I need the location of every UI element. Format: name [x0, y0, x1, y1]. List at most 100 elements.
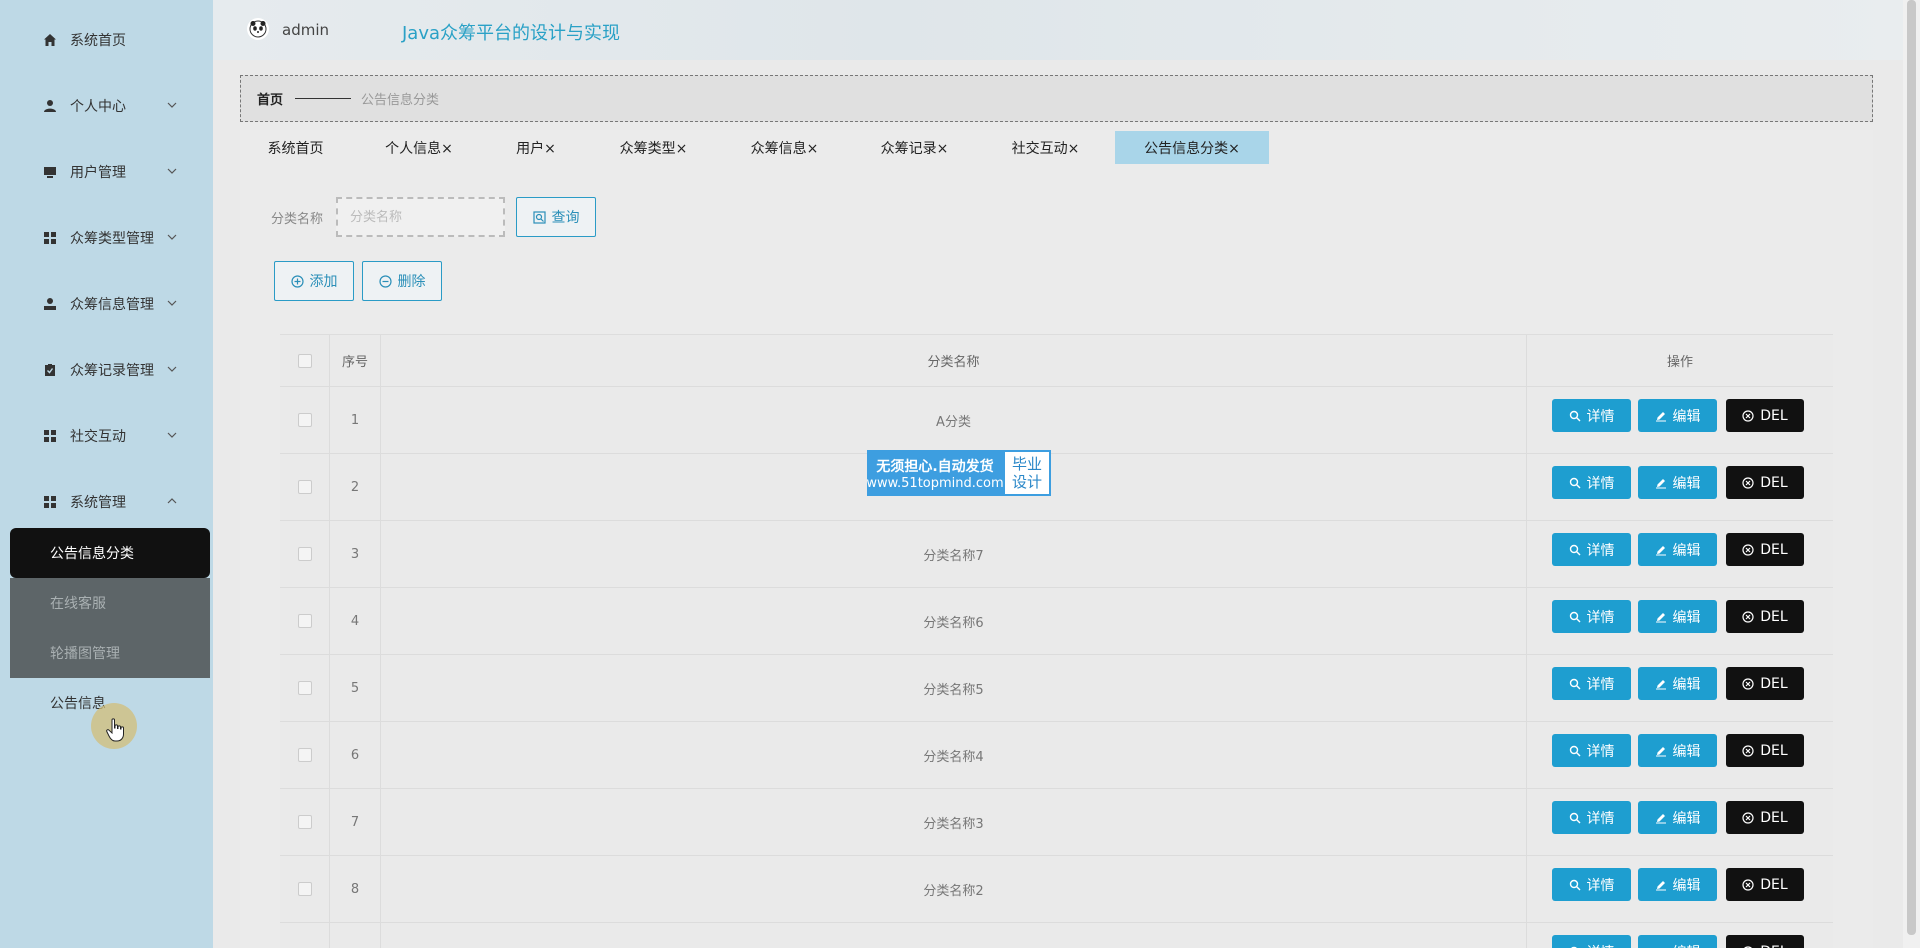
edit-button[interactable]: 编辑: [1638, 533, 1717, 566]
row-check-cell: [280, 923, 330, 948]
sidebar-item-label: 众筹类型管理: [70, 231, 154, 247]
submenu-item-online-service[interactable]: 在线客服: [10, 578, 210, 628]
submenu-item-notice-category[interactable]: 公告信息分类: [10, 528, 210, 578]
tab-user[interactable]: 用户×: [506, 131, 566, 164]
edit-button[interactable]: 编辑: [1638, 399, 1717, 432]
tab-notice-category[interactable]: 公告信息分类×: [1115, 131, 1269, 164]
detail-button[interactable]: 详情: [1552, 667, 1631, 700]
sidebar-item-personal[interactable]: 个人中心: [0, 86, 213, 126]
row-checkbox[interactable]: [297, 882, 312, 896]
sidebar-item-crowdfund-info[interactable]: 众筹信息管理: [0, 284, 213, 324]
edit-button[interactable]: 编辑: [1638, 667, 1717, 700]
sidebar-item-label: 众筹记录管理: [70, 363, 154, 379]
edit-button[interactable]: 编辑: [1638, 868, 1717, 901]
query-button[interactable]: 查询: [516, 197, 596, 237]
row-category-name: A分类: [381, 387, 1527, 453]
row-checkbox[interactable]: [297, 748, 312, 762]
row-index: 1: [330, 387, 381, 453]
row-checkbox[interactable]: [297, 815, 312, 829]
category-name-search-input[interactable]: [336, 197, 505, 237]
table-row: 8 分类名称2 详情 编辑 DEL: [280, 856, 1833, 923]
del-button[interactable]: DEL: [1726, 600, 1804, 633]
row-check-cell: [280, 454, 330, 520]
row-category-name: 分类名称2: [381, 856, 1527, 922]
sidebar-item-users[interactable]: 用户管理: [0, 152, 213, 192]
detail-button[interactable]: 详情: [1552, 533, 1631, 566]
edit-button[interactable]: 编辑: [1638, 466, 1717, 499]
detail-button[interactable]: 详情: [1552, 801, 1631, 834]
row-category-name: 分类名称6: [381, 588, 1527, 654]
search-icon: [1569, 879, 1580, 890]
edit-label: 编辑: [1672, 475, 1701, 492]
close-circle-icon: [1742, 543, 1754, 556]
query-button-label: 查询: [551, 210, 580, 226]
panda-avatar-icon[interactable]: [247, 18, 269, 40]
sidebar-item-system[interactable]: 系统管理: [0, 482, 213, 522]
search-icon: [1569, 812, 1580, 823]
del-button[interactable]: DEL: [1726, 667, 1804, 700]
tab-social[interactable]: 社交互动×: [1004, 131, 1087, 164]
edit-label: 编辑: [1672, 810, 1701, 827]
search-icon: [1569, 410, 1580, 421]
edit-button[interactable]: 编辑: [1638, 801, 1717, 834]
detail-button[interactable]: 详情: [1552, 868, 1631, 901]
detail-button[interactable]: 详情: [1552, 734, 1631, 767]
add-button[interactable]: 添加: [274, 261, 354, 301]
del-button[interactable]: DEL: [1726, 868, 1804, 901]
row-checkbox[interactable]: [297, 681, 312, 695]
submenu-item-carousel[interactable]: 轮播图管理: [10, 628, 210, 678]
tab-crowdfund-records[interactable]: 众筹记录×: [873, 131, 956, 164]
del-button[interactable]: DEL: [1726, 466, 1804, 499]
sidebar-item-crowdfund-records[interactable]: 众筹记录管理: [0, 350, 213, 390]
edit-label: 编辑: [1672, 676, 1701, 693]
sidebar-item-label: 社交互动: [70, 429, 126, 445]
row-checkbox[interactable]: [297, 413, 312, 427]
row-check-cell: [280, 588, 330, 654]
edit-button[interactable]: 编辑: [1638, 600, 1717, 633]
detail-button[interactable]: 详情: [1552, 600, 1631, 633]
detail-button[interactable]: 详情: [1552, 466, 1631, 499]
table-row: 3 分类名称7 详情 编辑 DEL: [280, 521, 1833, 588]
home-icon: [42, 32, 58, 48]
del-button[interactable]: DEL: [1726, 935, 1804, 948]
edit-label: 编辑: [1672, 743, 1701, 760]
page-scrollbar[interactable]: [1903, 0, 1920, 948]
sidebar-item-social[interactable]: 社交互动: [0, 416, 213, 456]
tab-label: 公告信息分类×: [1144, 140, 1240, 157]
close-circle-icon: [1742, 476, 1754, 489]
del-label: DEL: [1760, 474, 1788, 491]
edit-button[interactable]: 编辑: [1638, 734, 1717, 767]
del-button[interactable]: DEL: [1726, 399, 1804, 432]
row-checkbox[interactable]: [297, 614, 312, 628]
tab-home[interactable]: 系统首页: [252, 131, 339, 164]
breadcrumb: 首页 公告信息分类: [240, 75, 1873, 122]
edit-button[interactable]: 编辑: [1638, 935, 1717, 948]
tab-label: 众筹记录×: [880, 140, 949, 157]
tab-label: 社交互动×: [1011, 140, 1080, 157]
chevron-down-icon: [167, 300, 177, 306]
select-all-checkbox[interactable]: [297, 353, 312, 368]
username[interactable]: admin: [282, 21, 329, 39]
edit-icon: [1655, 880, 1666, 890]
detail-button[interactable]: 详情: [1552, 399, 1631, 432]
sidebar-item-home[interactable]: 系统首页: [0, 20, 213, 60]
table-row: 详情 编辑 DEL: [280, 923, 1833, 948]
breadcrumb-home[interactable]: 首页: [257, 89, 283, 108]
detail-button[interactable]: 详情: [1552, 935, 1631, 948]
row-checkbox[interactable]: [297, 547, 312, 561]
tab-crowdfund-type[interactable]: 众筹类型×: [612, 131, 695, 164]
tab-personal-info[interactable]: 个人信息×: [374, 131, 464, 164]
header-index: 序号: [330, 335, 381, 386]
delete-button[interactable]: 删除: [362, 261, 442, 301]
row-index: 7: [330, 789, 381, 855]
sidebar-item-crowdfund-type[interactable]: 众筹类型管理: [0, 218, 213, 258]
del-button[interactable]: DEL: [1726, 801, 1804, 834]
detail-label: 详情: [1586, 810, 1615, 827]
sidebar-item-label: 系统管理: [70, 495, 126, 511]
del-button[interactable]: DEL: [1726, 533, 1804, 566]
scrollbar-thumb[interactable]: [1907, 0, 1916, 935]
tab-crowdfund-info[interactable]: 众筹信息×: [743, 131, 826, 164]
del-button[interactable]: DEL: [1726, 734, 1804, 767]
breadcrumb-current: 公告信息分类: [361, 93, 440, 108]
row-checkbox[interactable]: [297, 480, 312, 494]
